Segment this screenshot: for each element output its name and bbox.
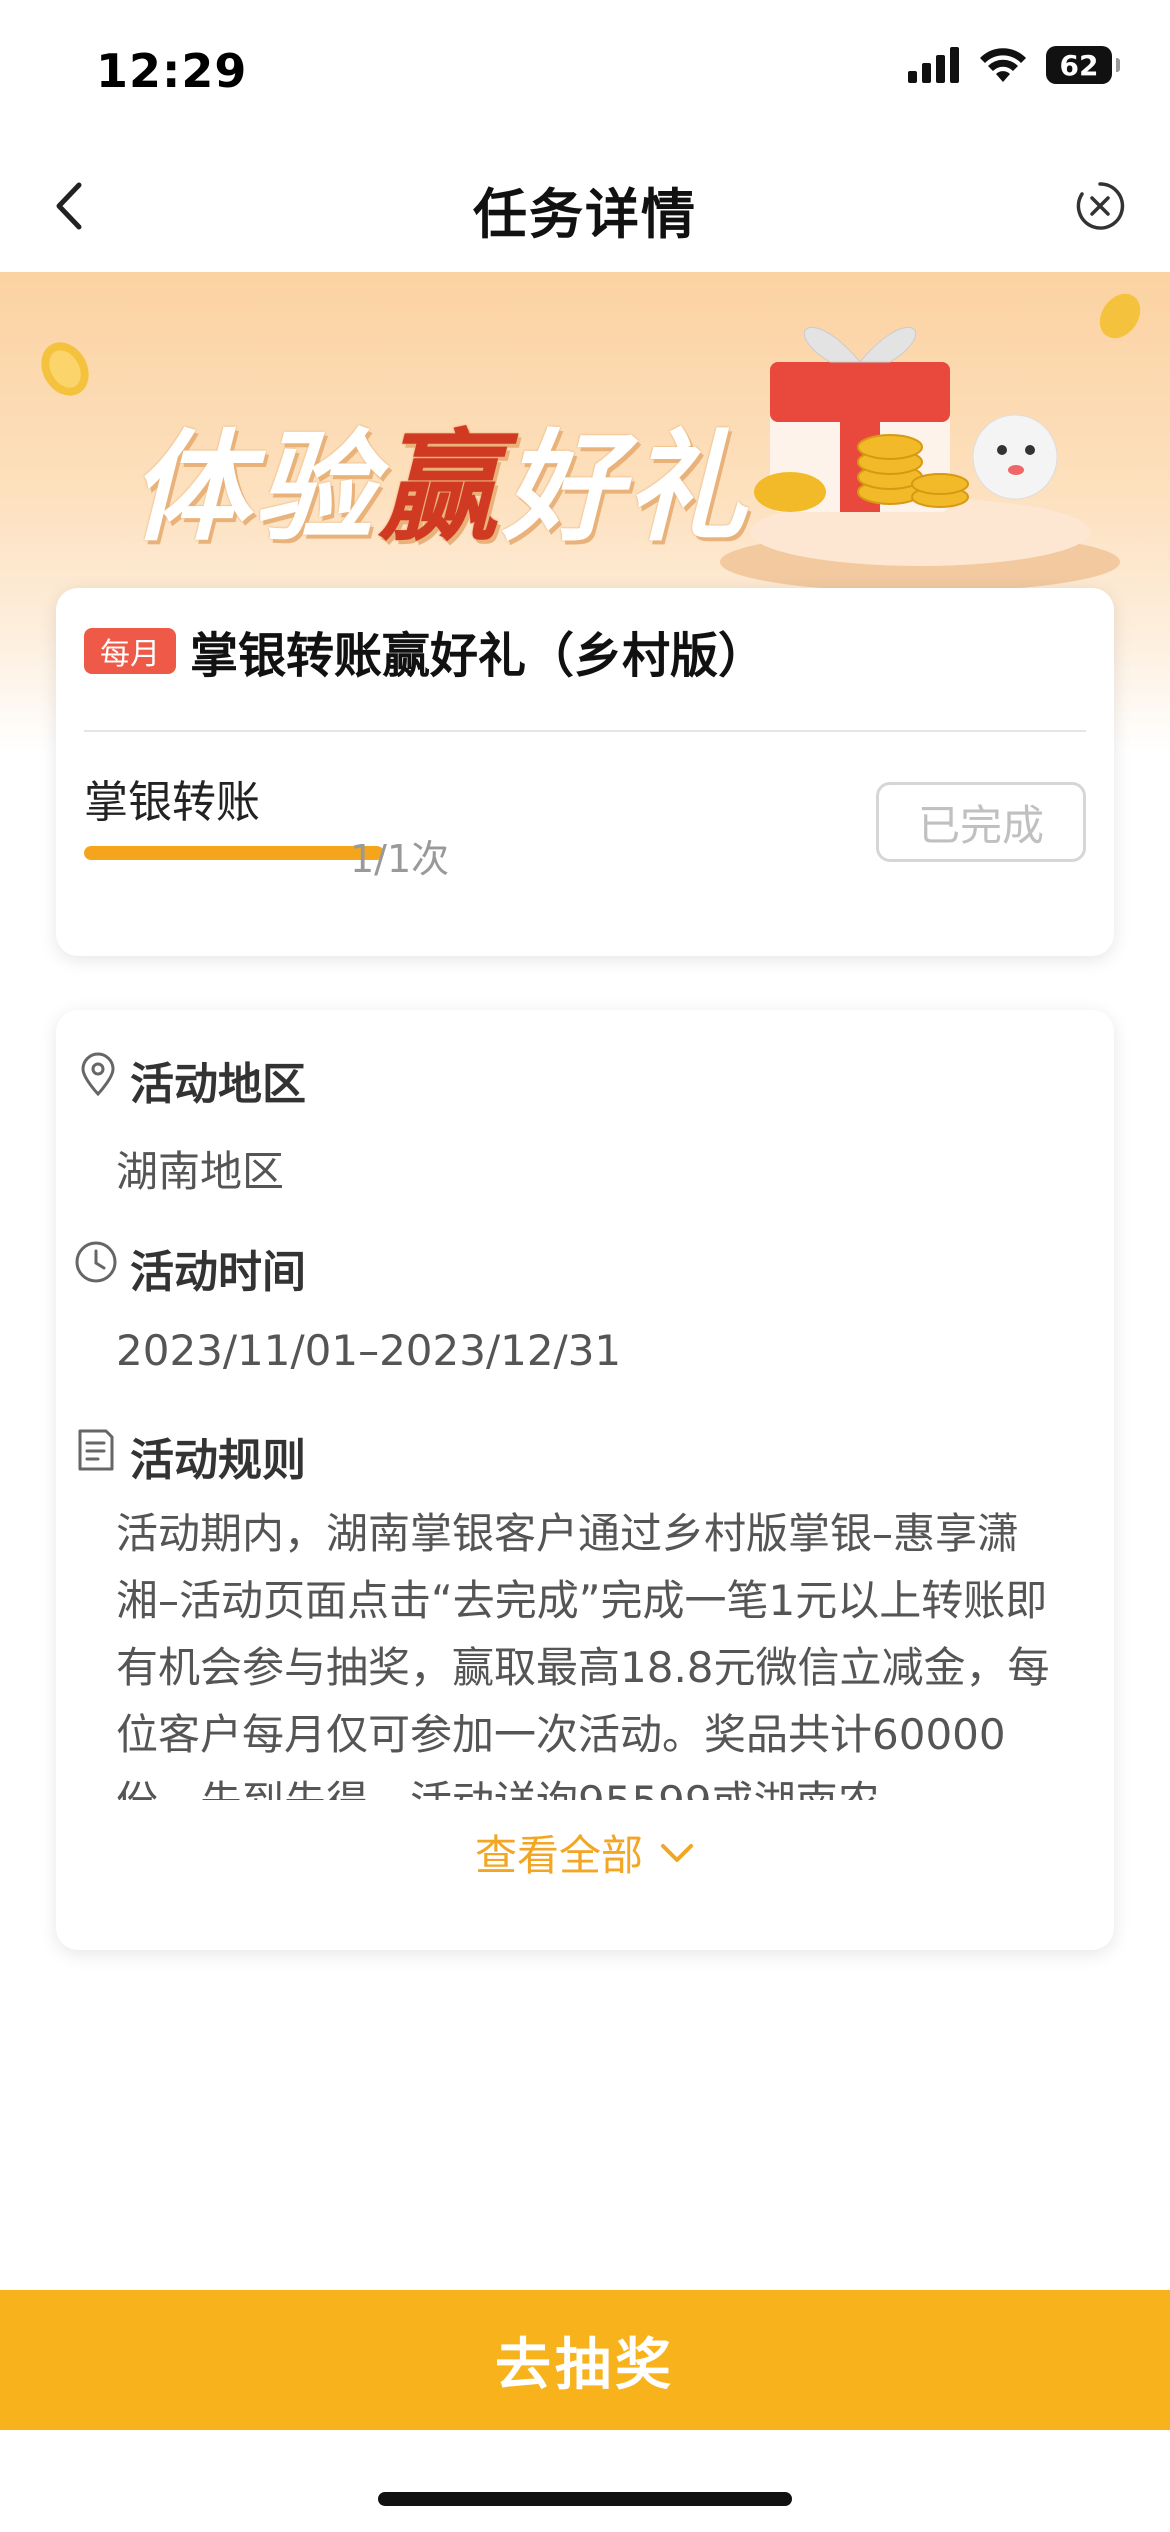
rules-text-container: 活动期内，湖南掌银客户通过乡村版掌银–惠享潇湘–活动页面点击“去完成”完成一笔1… <box>116 1500 1076 1800</box>
cellular-signal-icon <box>908 47 959 83</box>
time-title: 活动时间 <box>130 1247 306 1298</box>
clock-icon <box>74 1240 118 1284</box>
task-name: 掌银转账 <box>84 777 260 828</box>
location-pin-icon <box>76 1052 120 1096</box>
page-title: 任务详情 <box>473 183 697 246</box>
task-progress-text: 1/1次 <box>350 837 450 881</box>
banner-title: 体验赢好礼 <box>130 419 750 558</box>
divider <box>84 730 1086 732</box>
nav-bar: 任务详情 <box>0 140 1170 272</box>
monthly-tag: 每月 <box>84 628 176 674</box>
time-value: 2023/11/01–2023/12/31 <box>116 1326 622 1375</box>
region-value: 湖南地区 <box>116 1147 285 1196</box>
chevron-down-icon <box>661 1843 693 1862</box>
close-circle-icon <box>1076 182 1125 230</box>
gift-box-illustration-icon <box>720 326 1120 592</box>
completed-button[interactable]: 已完成 <box>876 782 1086 862</box>
rules-title: 活动规则 <box>130 1435 306 1486</box>
region-title: 活动地区 <box>130 1059 306 1110</box>
task-card-title: 掌银转账赢好礼（乡村版） <box>190 628 767 684</box>
home-indicator[interactable] <box>378 2492 792 2506</box>
document-icon <box>74 1428 118 1472</box>
battery-icon: 62 <box>1046 46 1120 84</box>
task-card: 每月 掌银转账赢好礼（乡村版） 掌银转账 1/1次 已完成 <box>56 588 1114 956</box>
status-time: 12:29 <box>96 44 248 98</box>
rules-text: 活动期内，湖南掌银客户通过乡村版掌银–惠享潇湘–活动页面点击“去完成”完成一笔1… <box>116 1509 1050 1800</box>
coin-decoration-icon <box>41 342 89 396</box>
view-all-label: 查看全部 <box>474 1831 643 1880</box>
status-icons: 62 <box>908 46 1120 84</box>
battery-level: 62 <box>1059 48 1099 82</box>
close-button[interactable] <box>1070 176 1130 236</box>
task-progress-bar <box>84 846 384 860</box>
activity-detail-card: 活动地区 湖南地区 活动时间 2023/11/01–2023/12/31 活动规… <box>56 1010 1114 1950</box>
status-bar: 12:29 62 <box>0 0 1170 140</box>
task-progress-fill <box>84 846 384 860</box>
draw-lottery-button[interactable]: 去抽奖 <box>0 2290 1170 2430</box>
view-all-button[interactable]: 查看全部 <box>56 1822 1114 1883</box>
wifi-icon <box>980 48 1026 82</box>
